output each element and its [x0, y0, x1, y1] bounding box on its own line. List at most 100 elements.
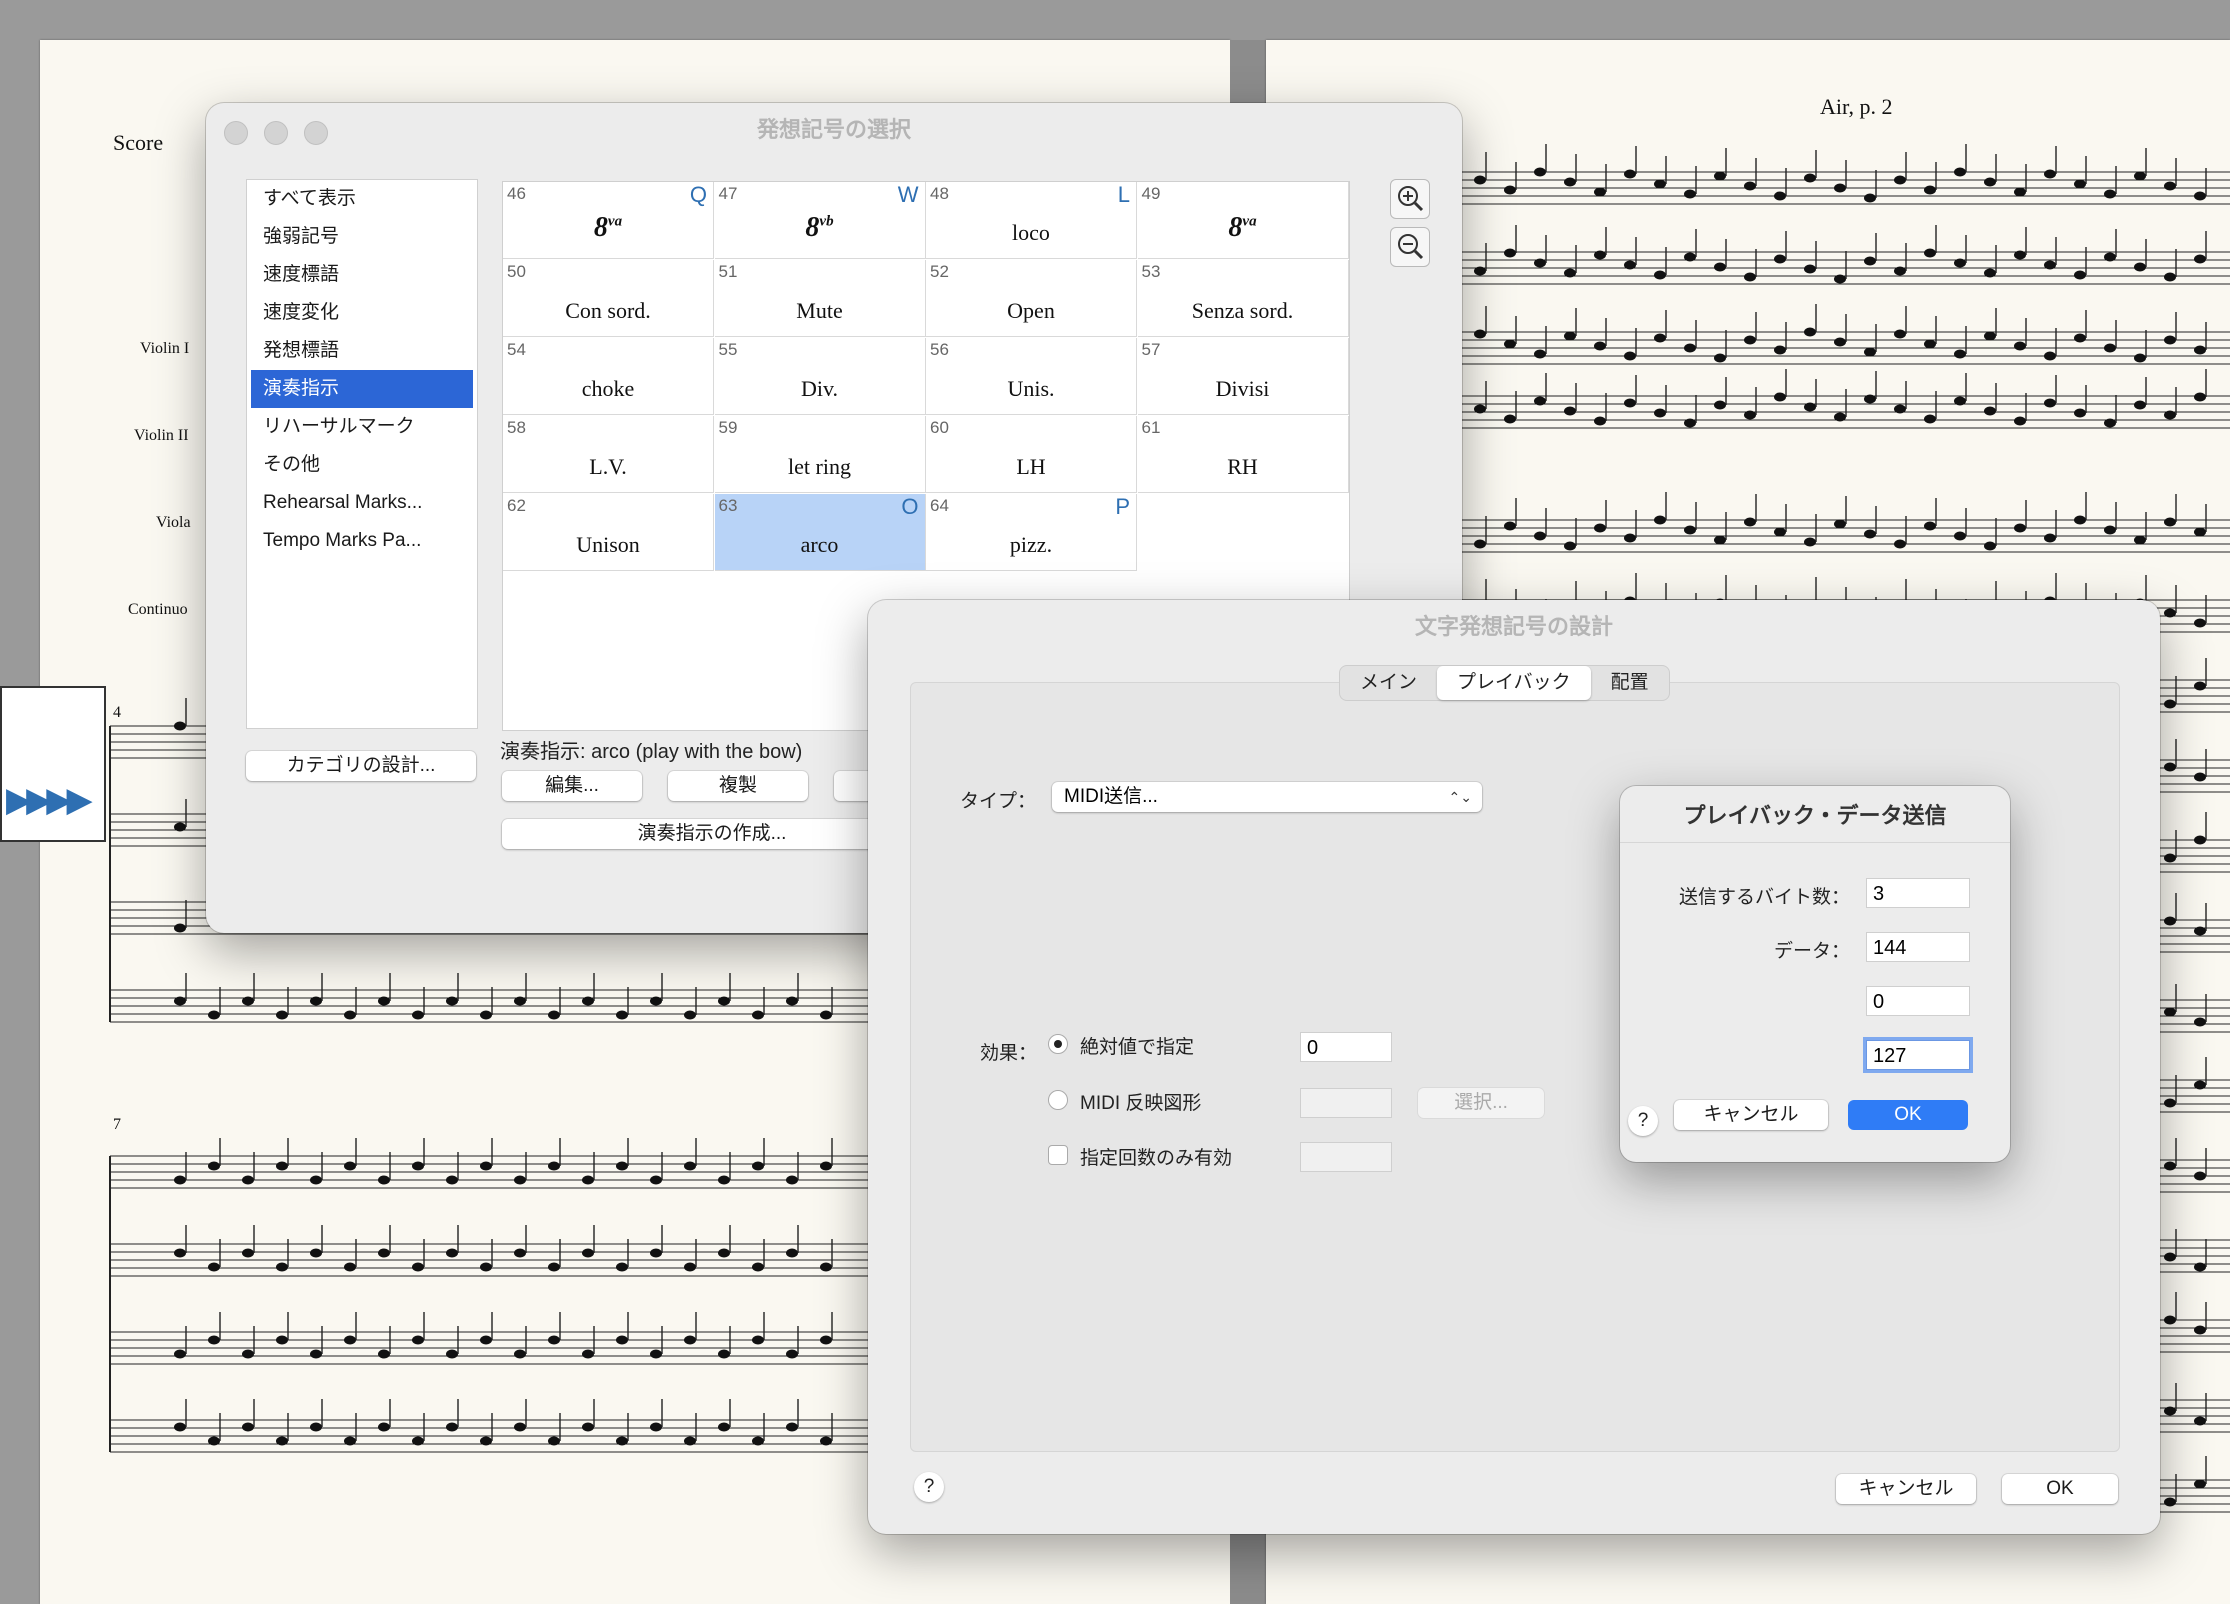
note-head	[1624, 533, 1636, 543]
expression-cell[interactable]: 64 Ppizz.	[926, 494, 1137, 571]
data-byte-field[interactable]: 144	[1866, 932, 1970, 962]
edit-button[interactable]: 編集...	[502, 771, 642, 801]
absolute-radio[interactable]	[1048, 1034, 1068, 1054]
category-item[interactable]: 速度変化	[247, 294, 477, 332]
play-arrows-icon: ▶▶▶▶	[6, 781, 93, 819]
category-item[interactable]: すべて表示	[247, 180, 477, 218]
note-head	[548, 1010, 560, 1020]
category-item-selected[interactable]: 演奏指示	[251, 370, 473, 408]
type-select[interactable]: MIDI送信... ⌃⌄	[1052, 782, 1482, 812]
note-head	[208, 1436, 220, 1446]
zoom-out-button[interactable]	[1390, 227, 1430, 267]
tab-placement[interactable]: 配置	[1591, 666, 1669, 700]
zoom-in-button[interactable]	[1390, 179, 1430, 219]
help-button[interactable]: ?	[1628, 1106, 1658, 1136]
dialog-title: プレイバック・データ送信	[1683, 803, 1947, 828]
note-head	[412, 1436, 424, 1446]
cancel-button[interactable]: キャンセル	[1674, 1100, 1828, 1130]
category-item[interactable]: 強弱記号	[247, 218, 477, 256]
note-head	[1774, 527, 1786, 537]
cancel-button[interactable]: キャンセル	[1836, 1474, 1976, 1504]
note-head	[1534, 258, 1546, 268]
note-head	[1864, 529, 1876, 539]
note-head	[2164, 410, 2176, 420]
note-head	[1504, 414, 1516, 424]
category-item[interactable]: 発想標語	[247, 332, 477, 370]
expression-cell[interactable]: 55 Div.	[714, 338, 926, 415]
note-head	[1804, 402, 1816, 412]
tab-main[interactable]: メイン	[1340, 666, 1437, 700]
expression-cell[interactable]: 56 Unis.	[926, 338, 1137, 415]
count-only-label: 指定回数のみ有効	[1080, 1148, 1233, 1169]
cell-expression-text: Unis.	[926, 376, 1136, 402]
category-design-button[interactable]: カテゴリの設計...	[246, 751, 476, 781]
expression-cell[interactable]: 54 choke	[503, 338, 714, 415]
note-head	[1804, 264, 1816, 274]
note-head	[820, 1335, 832, 1345]
note-head	[412, 1262, 424, 1272]
select-shape-button[interactable]: 選択...	[1418, 1088, 1544, 1118]
close-window-icon[interactable]	[224, 121, 248, 145]
note-head	[1564, 406, 1576, 416]
expression-cell[interactable]: 61 RH	[1137, 416, 1349, 493]
expression-cell[interactable]: 49 8va	[1137, 182, 1349, 259]
expression-cell[interactable]: 60 LH	[926, 416, 1137, 493]
category-item[interactable]: Tempo Marks Pa...	[247, 522, 477, 560]
note-head	[752, 1262, 764, 1272]
expression-cell[interactable]: 46 Q 8va	[503, 182, 714, 259]
cell-number: 51	[718, 262, 738, 281]
zoom-window-icon[interactable]	[304, 121, 328, 145]
note-head	[1714, 171, 1726, 181]
expression-cell[interactable]: 63 Oarco	[714, 494, 926, 571]
ok-button[interactable]: OK	[2002, 1474, 2118, 1504]
expression-cell[interactable]: 58 L.V.	[503, 416, 714, 493]
expression-cell[interactable]: 47 W 8vb	[714, 182, 926, 259]
absolute-value-field[interactable]: 0	[1300, 1032, 1392, 1062]
side-panel-tab[interactable]: ▶▶▶▶	[0, 686, 106, 842]
category-item[interactable]: リハーサルマーク	[247, 408, 477, 446]
note-head	[2164, 1315, 2176, 1325]
expression-cell[interactable]: 48 Lloco	[926, 182, 1137, 259]
note-head	[2194, 392, 2206, 402]
note-head	[1624, 169, 1636, 179]
cell-expression-text: Divisi	[1138, 376, 1348, 402]
note-head	[1594, 523, 1606, 533]
minimize-window-icon[interactable]	[264, 121, 288, 145]
data-byte-field[interactable]: 127	[1866, 1040, 1970, 1070]
note-head	[480, 1335, 492, 1345]
note-head	[174, 1175, 186, 1185]
create-expression-button[interactable]: 演奏指示の作成...	[502, 819, 922, 849]
category-item[interactable]: 速度標語	[247, 256, 477, 294]
expression-cell[interactable]: 57 Divisi	[1137, 338, 1349, 415]
note-head	[1864, 193, 1876, 203]
note-head	[2014, 416, 2026, 426]
note-head	[378, 1349, 390, 1359]
ok-button[interactable]: OK	[1848, 1100, 1968, 1130]
note-head	[1804, 173, 1816, 183]
note-head	[1654, 333, 1666, 343]
expression-cell[interactable]: 59 let ring	[714, 416, 926, 493]
note-head	[582, 1175, 594, 1185]
expression-cell[interactable]: 52 Open	[926, 260, 1137, 337]
tab-playback[interactable]: プレイバック	[1437, 666, 1591, 700]
duplicate-button[interactable]: 複製	[668, 771, 808, 801]
category-item[interactable]: Rehearsal Marks...	[247, 484, 477, 522]
tab-bar: メイン プレイバック 配置	[1340, 666, 1669, 700]
cell-number: 49	[1141, 184, 1161, 203]
expression-cell[interactable]: 62 Unison	[503, 494, 714, 571]
expression-cell[interactable]: 53 Senza sord.	[1137, 260, 1349, 337]
note-head	[582, 996, 594, 1006]
midi-shape-radio[interactable]	[1048, 1090, 1068, 1110]
note-head	[1564, 177, 1576, 187]
data-byte-field[interactable]: 0	[1866, 986, 1970, 1016]
category-item[interactable]: その他	[247, 446, 477, 484]
cell-expression-text: 8vb	[715, 212, 925, 244]
note-head	[310, 1248, 322, 1258]
byte-count-field[interactable]: 3	[1866, 878, 1970, 908]
expression-cell[interactable]: 51 Mute	[714, 260, 926, 337]
note-head	[548, 1335, 560, 1345]
cell-expression-text: arco	[715, 532, 925, 558]
count-only-checkbox[interactable]	[1048, 1145, 1068, 1165]
expression-cell[interactable]: 50 Con sord.	[503, 260, 714, 337]
help-button[interactable]: ?	[914, 1472, 944, 1502]
